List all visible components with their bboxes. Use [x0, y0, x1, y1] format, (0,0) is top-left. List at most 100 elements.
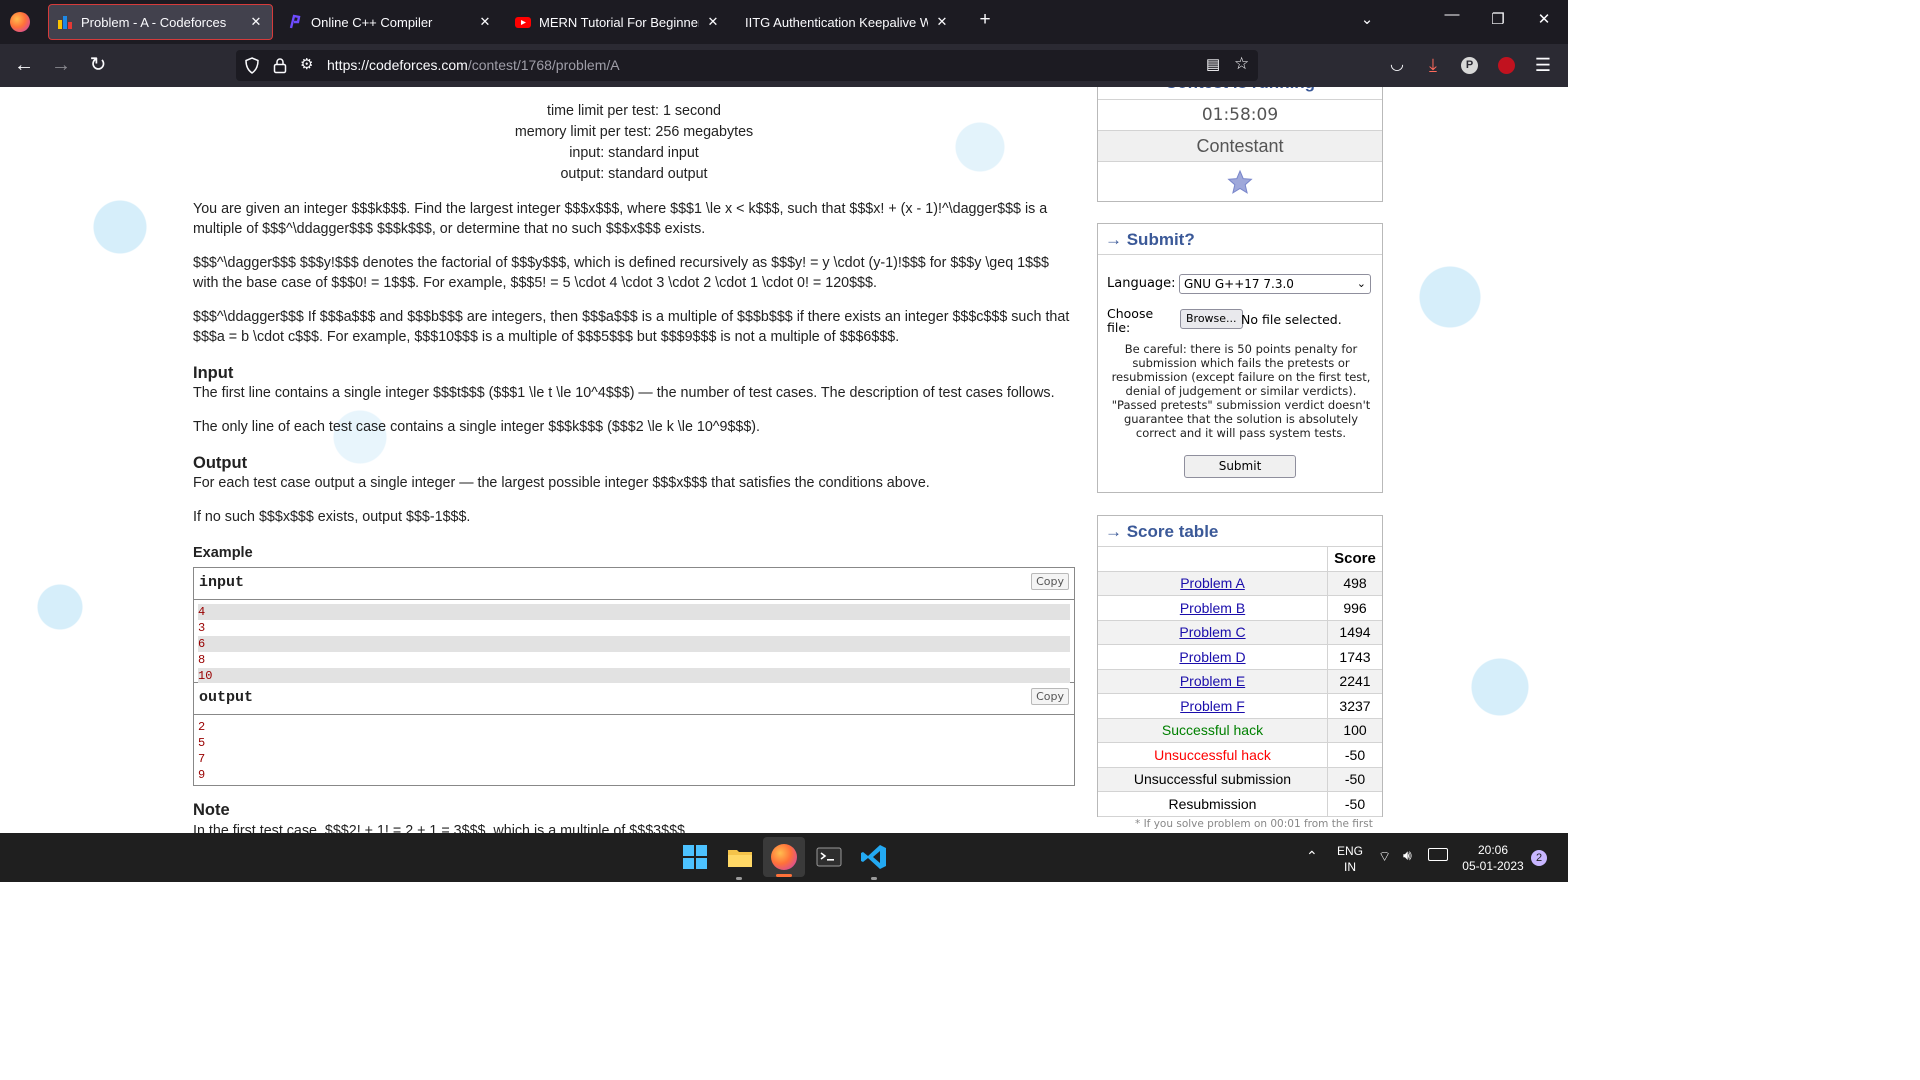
- app-menu-icon[interactable]: ☰: [1531, 54, 1555, 76]
- page-content: time limit per test: 1 second memory lim…: [0, 87, 1568, 833]
- clock-date: 05-01-2023: [1462, 859, 1524, 873]
- lock-icon[interactable]: [273, 57, 287, 74]
- page-permissions-icon[interactable]: ⚙: [300, 55, 313, 73]
- sample-output-line: 5: [198, 736, 206, 750]
- list-all-tabs-icon[interactable]: ⌄: [1357, 10, 1377, 28]
- sample-output-box: output Copy 2 5 7 9: [193, 683, 1075, 786]
- browse-button[interactable]: Browse...: [1180, 309, 1243, 329]
- language-code: ENG: [1336, 844, 1363, 858]
- note-paragraph: In the first test case, $$$2! + 1! = 2 +…: [193, 823, 689, 833]
- contest-status-title: Contest is running: [1098, 87, 1382, 100]
- score-table-row: Problem E 2241: [1098, 669, 1382, 694]
- tab-mern-tutorial[interactable]: MERN Tutorial For Beginners | L ✕: [507, 4, 729, 40]
- bookmark-star-icon[interactable]: ☆: [1234, 54, 1249, 74]
- submit-button[interactable]: Submit: [1184, 455, 1296, 478]
- score-row-name-cell: Problem A: [1098, 571, 1328, 596]
- tab-title: MERN Tutorial For Beginners | L: [539, 14, 699, 30]
- favourite-star-icon[interactable]: [1098, 162, 1382, 202]
- tab-title: Problem - A - Codeforces: [81, 14, 227, 30]
- wifi-icon[interactable]: ⌔: [1378, 848, 1391, 866]
- sample-input-line: 10: [198, 668, 1070, 684]
- downloads-icon[interactable]: ⤓: [1421, 54, 1445, 76]
- problem-link[interactable]: Problem A: [1180, 575, 1245, 591]
- url-text[interactable]: https://codeforces.com/contest/1768/prob…: [327, 57, 620, 73]
- tab-online-compiler[interactable]: Online C++ Compiler ✕: [279, 4, 501, 40]
- score-table-row: Unsuccessful hack -50: [1098, 742, 1382, 768]
- volume-icon[interactable]: 🔊︎: [1403, 847, 1412, 864]
- windows-start-icon[interactable]: [681, 843, 709, 871]
- pocket-icon[interactable]: ◡: [1385, 54, 1409, 76]
- sample-input-content[interactable]: 4 3 6 8 10: [194, 600, 1074, 688]
- sample-output-content[interactable]: 2 5 7 9: [194, 715, 1074, 787]
- choose-file-label: Choose file:: [1107, 306, 1154, 335]
- score-value: -50: [1327, 767, 1382, 792]
- restore-icon[interactable]: ❐: [1488, 10, 1508, 28]
- ublock-extension-icon[interactable]: [1498, 57, 1515, 74]
- problem-statement: time limit per test: 1 second memory lim…: [193, 87, 1075, 563]
- notification-count-badge[interactable]: 2: [1531, 850, 1547, 866]
- score-value: 498: [1327, 571, 1382, 596]
- firefox-taskbar-button[interactable]: [763, 837, 805, 877]
- reader-view-icon[interactable]: ▤: [1206, 55, 1220, 73]
- time-limit: time limit per test: 1 second: [546, 103, 721, 119]
- tab-codeforces-problem[interactable]: Problem - A - Codeforces ✕: [48, 4, 273, 40]
- score-value: 1743: [1327, 644, 1382, 670]
- example-section-title: Example: [193, 545, 253, 561]
- score-table-row: Problem B 996: [1098, 595, 1382, 621]
- codeforces-icon: [58, 16, 72, 29]
- tab-title: IITG Authentication Keepalive Wind: [745, 14, 928, 30]
- tab-title: Online C++ Compiler: [311, 14, 433, 30]
- firefox-menu-icon[interactable]: [10, 12, 30, 32]
- terminal-icon[interactable]: [815, 843, 843, 871]
- score-value: 1494: [1327, 620, 1382, 645]
- problem-link[interactable]: Problem C: [1179, 624, 1245, 640]
- input-spec-paragraph: The only line of each test case contains…: [193, 419, 761, 435]
- score-table-header-row: Score: [1098, 547, 1382, 572]
- tab-iitg-keepalive[interactable]: IITG Authentication Keepalive Wind ✕: [736, 4, 958, 40]
- score-row-name-cell: Problem B: [1098, 595, 1328, 621]
- language-select[interactable]: GNU G++17 7.3.0 ⌄: [1179, 274, 1371, 294]
- problem-link[interactable]: Problem B: [1180, 600, 1245, 616]
- show-hidden-icons-chevron-icon[interactable]: ⌃: [1306, 848, 1318, 865]
- address-bar[interactable]: ⚙ https://codeforces.com/contest/1768/pr…: [236, 50, 1258, 81]
- score-table-row: Problem C 1494: [1098, 620, 1382, 645]
- close-tab-icon[interactable]: ✕: [248, 14, 264, 30]
- problem-link[interactable]: Problem F: [1180, 698, 1245, 714]
- battery-icon[interactable]: [1428, 848, 1448, 861]
- statement-paragraph: You are given an integer $$$k$$$. Find t…: [193, 201, 1048, 237]
- score-value: 996: [1327, 595, 1382, 621]
- copy-output-button[interactable]: Copy: [1031, 688, 1069, 705]
- forward-icon[interactable]: →: [49, 54, 73, 76]
- region-code: IN: [1344, 860, 1356, 874]
- no-file-text: No file selected.: [1241, 312, 1342, 327]
- close-window-icon[interactable]: ✕: [1534, 10, 1554, 28]
- score-table-title: → Score table: [1098, 516, 1382, 547]
- close-tab-icon[interactable]: ✕: [934, 14, 950, 30]
- score-row-name-cell: Problem E: [1098, 669, 1328, 694]
- sample-output-label: output: [199, 689, 254, 706]
- score-row-name-cell: Resubmission: [1098, 791, 1328, 817]
- score-row-name-cell: Problem F: [1098, 693, 1328, 719]
- new-tab-button[interactable]: +: [975, 9, 995, 31]
- reload-icon[interactable]: ↻: [86, 54, 110, 76]
- back-icon[interactable]: ←: [12, 54, 36, 76]
- browser-nav-bar: ← → ↻ ⚙ https://codeforces.com/contest/1…: [0, 44, 1568, 87]
- copy-input-button[interactable]: Copy: [1031, 573, 1069, 590]
- sample-input-label: input: [199, 574, 245, 591]
- file-explorer-icon[interactable]: [726, 843, 754, 871]
- minimize-icon[interactable]: —: [1442, 6, 1462, 23]
- close-tab-icon[interactable]: ✕: [477, 14, 493, 30]
- input-language-indicator[interactable]: ENG IN: [1334, 843, 1366, 875]
- problem-link[interactable]: Problem E: [1180, 673, 1245, 689]
- tracking-protection-icon[interactable]: [244, 57, 260, 74]
- clock-area[interactable]: 20:06 05-01-2023: [1460, 842, 1526, 874]
- vscode-icon[interactable]: [860, 843, 888, 871]
- problem-link[interactable]: Problem D: [1179, 649, 1245, 665]
- close-tab-icon[interactable]: ✕: [705, 14, 721, 30]
- submit-box: → Submit? Language: GNU G++17 7.3.0 ⌄ Ch…: [1097, 223, 1383, 493]
- language-label: Language:: [1107, 276, 1176, 291]
- sample-input-line: 8: [198, 653, 206, 667]
- score-table-row: Problem A 498: [1098, 571, 1382, 596]
- file-explorer-running-indicator: [736, 877, 742, 880]
- profile-avatar-icon[interactable]: P: [1461, 57, 1478, 74]
